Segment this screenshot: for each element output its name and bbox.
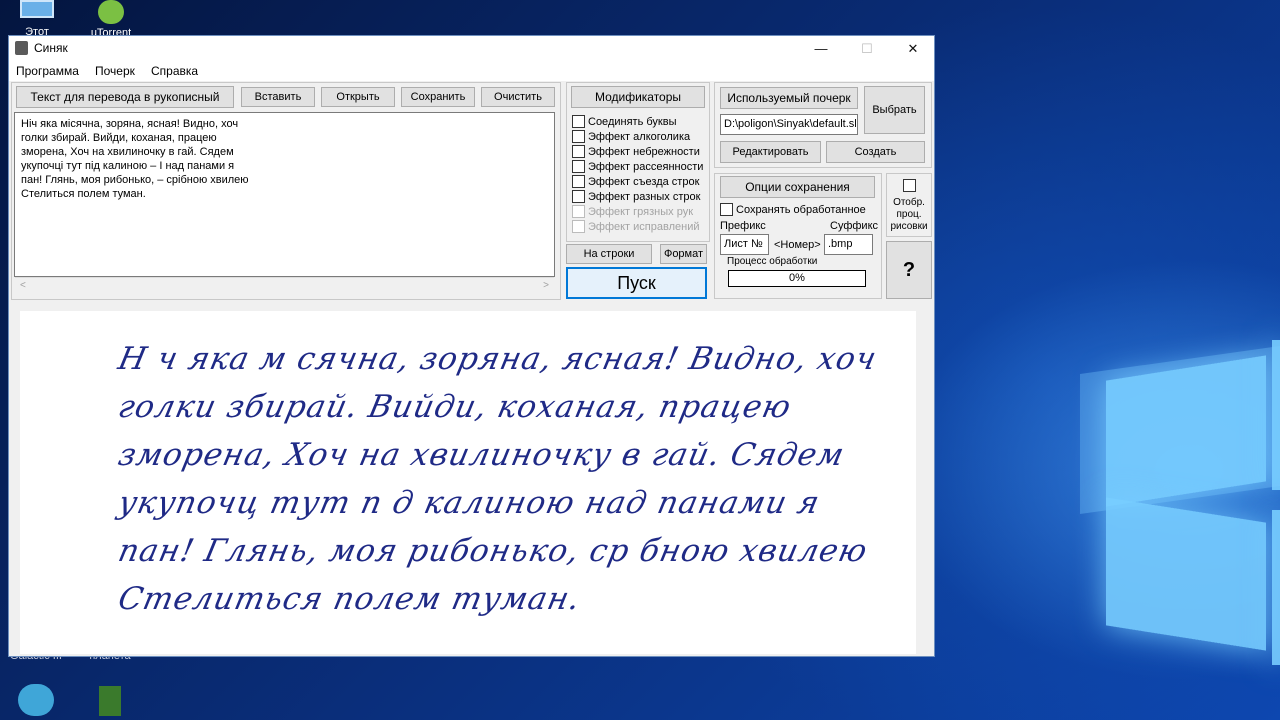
create-button[interactable]: Создать <box>826 141 925 163</box>
title-bar[interactable]: Синяк — ☐ ✕ <box>9 36 934 61</box>
choose-button[interactable]: Выбрать <box>864 86 925 134</box>
modifier-label: Эффект небрежности <box>588 145 700 158</box>
modifier-label: Соединять буквы <box>588 115 677 128</box>
modifier-checkbox[interactable]: Эффект рассеянности <box>572 159 703 174</box>
edit-button[interactable]: Редактировать <box>720 141 821 163</box>
utorrent-icon <box>98 0 124 24</box>
windows-logo-pane <box>1272 340 1280 490</box>
source-text-area[interactable]: Ніч яка місячна, зоряна, ясная! Видно, х… <box>14 112 555 277</box>
clear-button[interactable]: Очистить <box>481 87 555 107</box>
suffix-field[interactable]: .bmp <box>824 234 873 255</box>
checkbox-icon <box>720 203 733 216</box>
menu-help[interactable]: Справка <box>151 64 198 78</box>
show-drawing-label: Отобр. проц. рисовки <box>890 197 928 232</box>
computer-icon <box>20 0 54 18</box>
save-button[interactable]: Сохранить <box>401 87 475 107</box>
desktop-icon-galactic[interactable]: Galactic III <box>5 650 67 716</box>
prefix-field[interactable]: Лист № <box>720 234 769 255</box>
suffix-label: Суффикс <box>830 220 879 232</box>
scroll-left-icon[interactable]: < <box>20 280 26 291</box>
maximize-button[interactable]: ☐ <box>844 36 890 61</box>
save-processed-checkbox[interactable]: Сохранять обработанное <box>720 202 866 217</box>
number-label: <Номер> <box>774 239 821 251</box>
progress-bar: 0% <box>728 270 866 287</box>
desktop-icon-this-pc[interactable]: Этот <box>12 0 62 38</box>
checkbox-icon <box>572 130 585 143</box>
windows-logo-pane <box>1272 510 1280 665</box>
run-button[interactable]: Пуск <box>566 267 707 299</box>
modifier-label: Эффект грязных рук <box>588 205 694 218</box>
modifier-label: Эффект алкоголика <box>588 130 691 143</box>
modifier-checkbox[interactable]: Эффект съезда строк <box>572 174 699 189</box>
desktop-icon-utorrent[interactable]: uTorrent <box>85 0 137 39</box>
windows-logo-pane <box>1106 497 1266 651</box>
modifier-checkbox[interactable]: Эффект алкоголика <box>572 129 690 144</box>
modifier-checkbox[interactable]: Эффект разных строк <box>572 189 700 204</box>
save-processed-label: Сохранять обработанное <box>736 203 866 216</box>
text-for-conversion-button[interactable]: Текст для перевода в рукописный <box>16 86 234 108</box>
handwriting-line: зморена, Хоч на хвилиночку в гай. Сядем <box>115 437 848 473</box>
used-handwriting-button[interactable]: Используемый почерк <box>720 87 858 109</box>
menu-bar: Программа Почерк Справка <box>9 61 934 81</box>
progress-label: Процесс обработки <box>727 256 818 267</box>
modifier-checkbox[interactable]: Эффект небрежности <box>572 144 700 159</box>
checkbox-icon <box>572 190 585 203</box>
on-lines-button[interactable]: На строки <box>566 244 652 264</box>
scroll-right-icon[interactable]: > <box>543 280 549 291</box>
show-drawing-checkbox[interactable] <box>903 179 916 192</box>
checkbox-icon <box>572 175 585 188</box>
paste-button[interactable]: Вставить <box>241 87 315 107</box>
modifier-label: Эффект рассеянности <box>588 160 704 173</box>
handwriting-line: Стелиться полем туман. <box>115 581 584 617</box>
app-window: Синяк — ☐ ✕ Программа Почерк Справка Тек… <box>8 35 935 657</box>
modifier-checkbox: Эффект грязных рук <box>572 204 693 219</box>
menu-handwriting[interactable]: Почерк <box>95 64 135 78</box>
checkbox-icon <box>572 160 585 173</box>
modifier-checkbox: Эффект исправлений <box>572 219 699 234</box>
checkbox-icon <box>572 220 585 233</box>
galaxy-icon <box>18 684 54 716</box>
tree-icon <box>99 686 121 716</box>
modifiers-title-button[interactable]: Модификаторы <box>571 86 705 108</box>
desktop-icon-planet[interactable]: планета <box>82 650 138 716</box>
close-button[interactable]: ✕ <box>890 36 936 61</box>
window-title: Синяк <box>34 41 68 55</box>
app-icon <box>15 41 28 55</box>
handwriting-line: голки збирай. Вийди, коханая, працею <box>115 389 795 425</box>
open-button[interactable]: Открыть <box>321 87 395 107</box>
handwriting-path-field[interactable]: D:\poligon\Sinyak\default.sl <box>720 114 858 135</box>
modifier-label: Эффект разных строк <box>588 190 701 203</box>
format-button[interactable]: Формат <box>660 244 707 264</box>
checkbox-icon <box>572 205 585 218</box>
minimize-button[interactable]: — <box>798 36 844 61</box>
modifier-label: Эффект съезда строк <box>588 175 700 188</box>
handwriting-line: Н ч яка м сячна, зоряна, ясная! Видно, х… <box>115 341 881 377</box>
prefix-label: Префикс <box>720 220 766 232</box>
modifier-label: Эффект исправлений <box>588 220 700 233</box>
menu-program[interactable]: Программа <box>16 64 79 78</box>
checkbox-icon <box>572 115 585 128</box>
modifier-checkbox[interactable]: Соединять буквы <box>572 114 676 129</box>
checkbox-icon <box>572 145 585 158</box>
handwriting-output-canvas[interactable]: Н ч яка м сячна, зоряна, ясная! Видно, х… <box>20 311 916 654</box>
horizontal-scrollbar[interactable]: < > <box>15 277 554 293</box>
handwriting-line: пан! Глянь, моя рибонько, ср бною хвилею <box>115 533 872 569</box>
handwriting-line: укупочц тут п д калиною над панами я <box>115 485 824 521</box>
help-button[interactable]: ? <box>886 241 932 299</box>
windows-logo-pane <box>1106 355 1266 507</box>
save-options-button[interactable]: Опции сохранения <box>720 176 875 198</box>
